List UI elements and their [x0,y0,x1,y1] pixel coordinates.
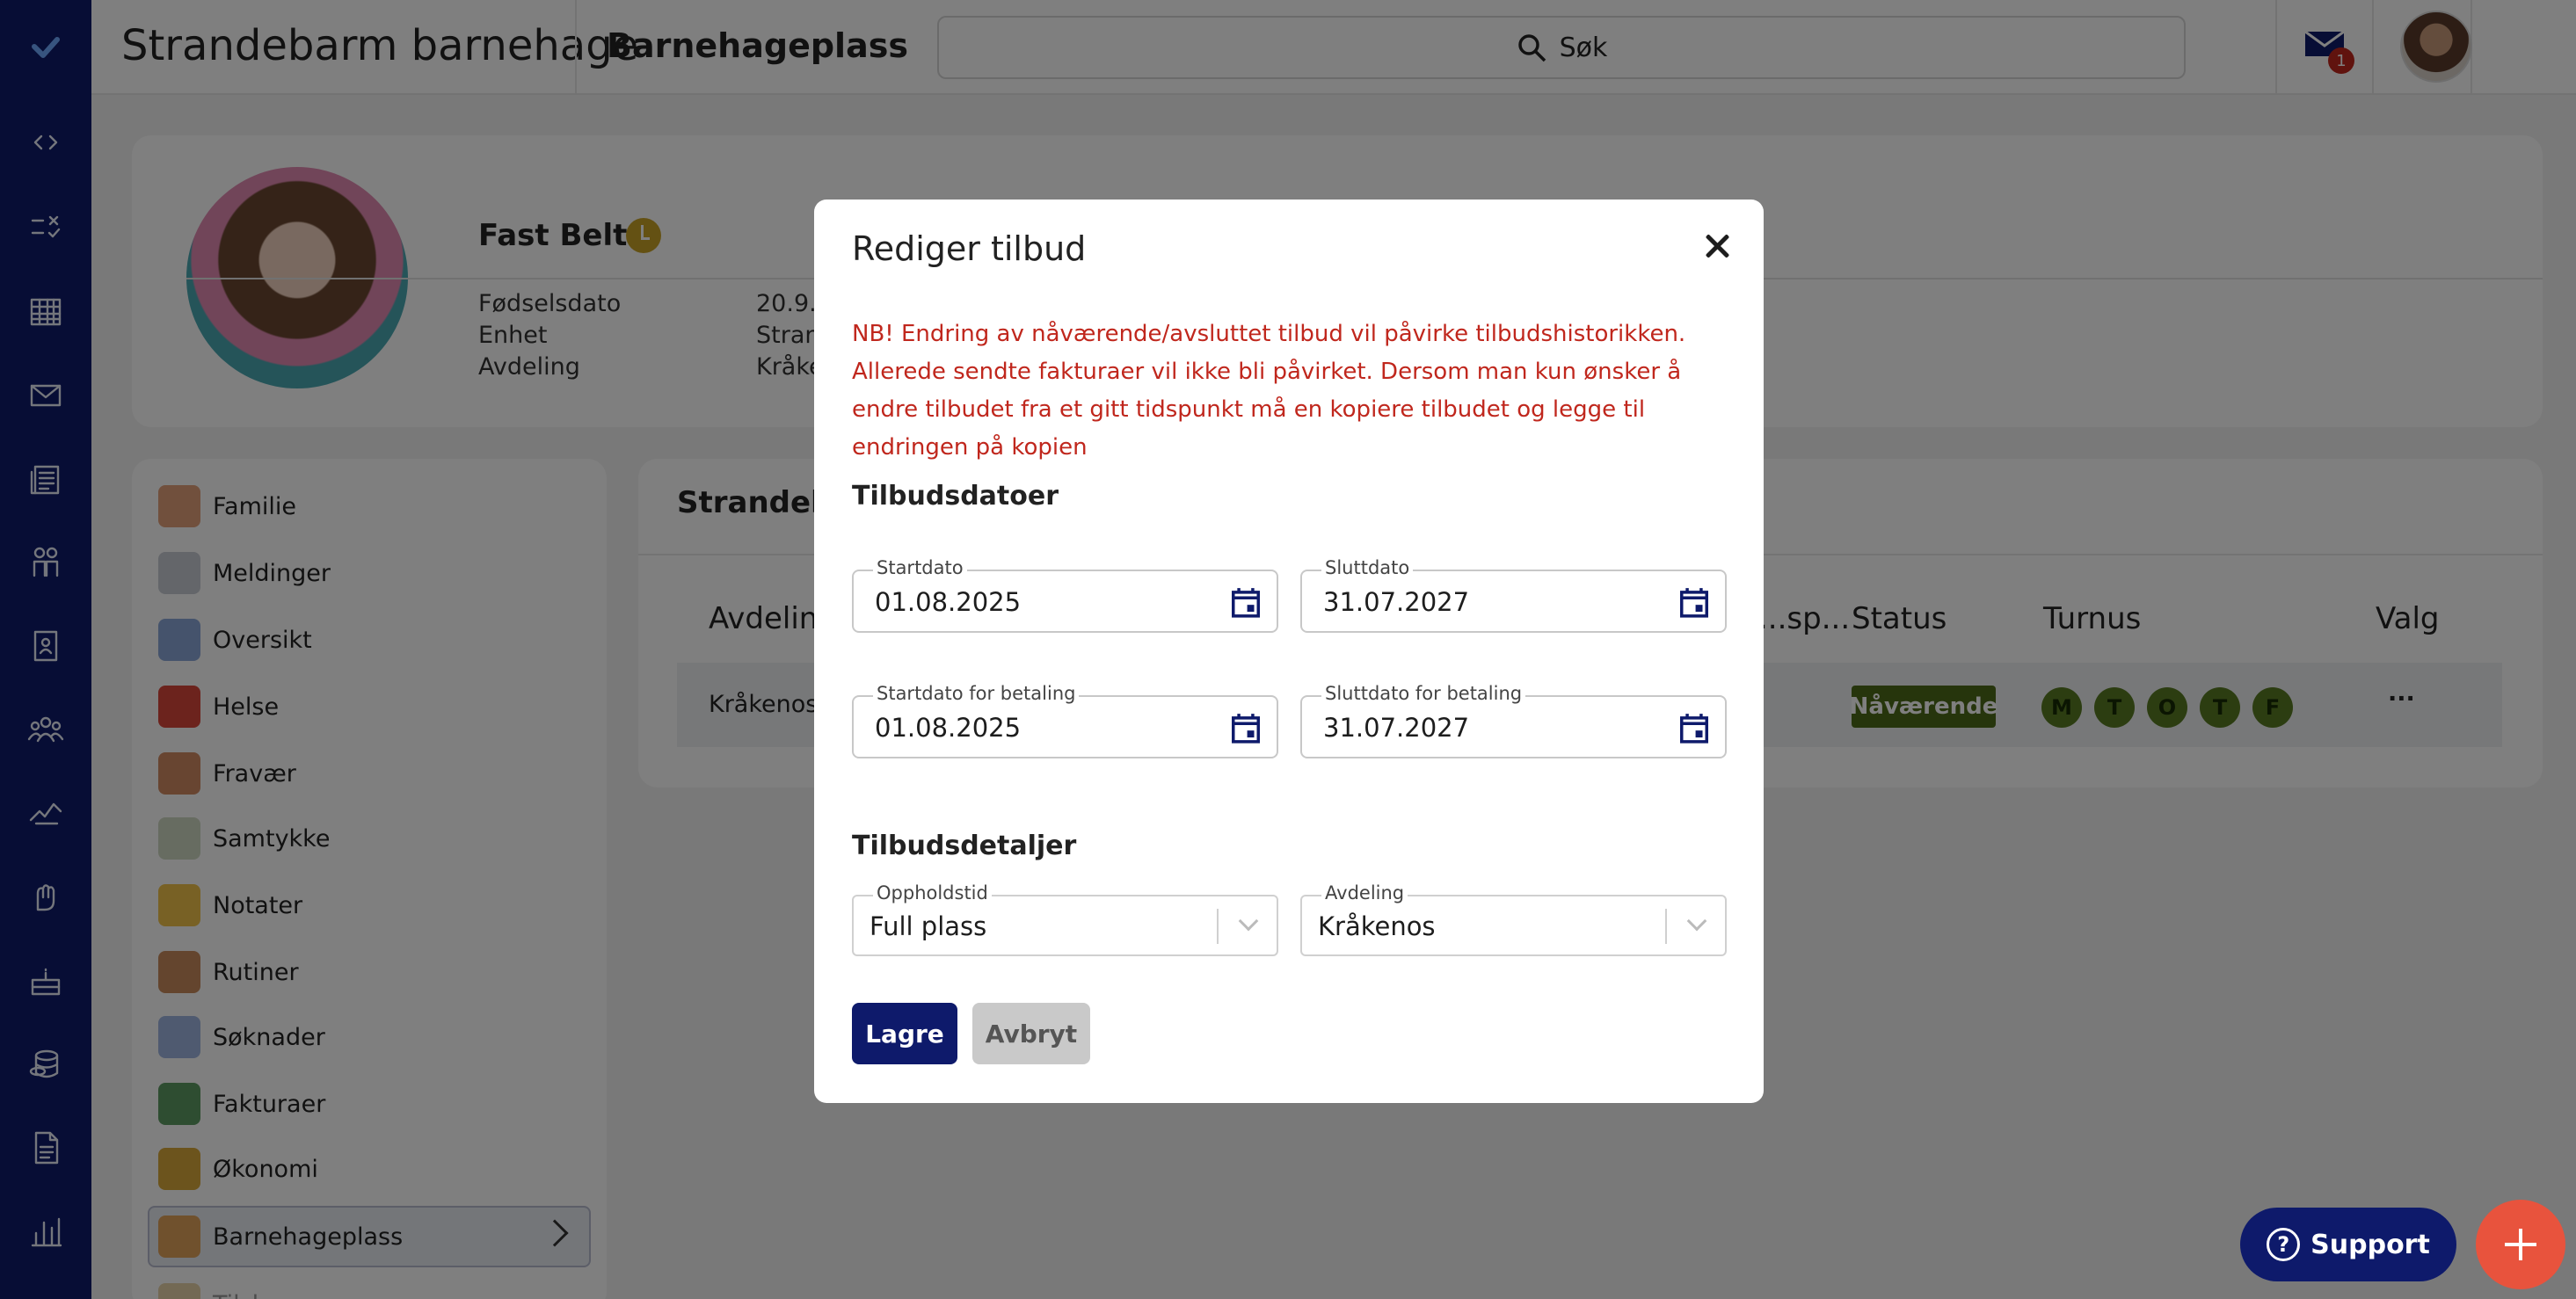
payment-end-date-field[interactable]: Sluttdato for betaling 31.07.2027 [1300,683,1727,758]
separator [1217,909,1219,944]
dates-section-title: Tilbudsdatoer [852,481,1059,512]
dialog-title: Rediger tilbud [852,229,1087,268]
field-label: Avdeling [1321,882,1408,903]
support-button[interactable]: ? Support [2240,1208,2456,1281]
cancel-button[interactable]: Avbryt [972,1003,1090,1064]
field-value: 01.08.2025 [875,587,1022,617]
calendar-icon[interactable] [1229,585,1263,619]
field-value: 31.07.2027 [1323,713,1470,743]
chevron-down-icon [1238,911,1259,932]
start-date-field[interactable]: Startdato 01.08.2025 [852,557,1278,633]
department-select[interactable]: Avdeling Kråkenos [1300,882,1727,956]
calendar-icon[interactable] [1677,585,1711,619]
field-value: Kråkenos [1318,911,1436,941]
field-label: Startdato [873,557,967,578]
edit-offer-dialog: Rediger tilbud NB! Endring av nåværende/… [814,200,1764,1103]
payment-start-date-field[interactable]: Startdato for betaling 01.08.2025 [852,683,1278,758]
help-icon: ? [2267,1228,2301,1261]
field-label: Sluttdato for betaling [1321,683,1526,704]
save-button[interactable]: Lagre [852,1003,957,1064]
details-section-title: Tilbudsdetaljer [852,831,1077,861]
calendar-icon[interactable] [1677,711,1711,744]
field-value: 31.07.2027 [1323,587,1470,617]
chevron-down-icon [1686,911,1707,932]
calendar-icon[interactable] [1229,711,1263,744]
field-label: Startdato for betaling [873,683,1080,704]
end-date-field[interactable]: Sluttdato 31.07.2027 [1300,557,1727,633]
field-value: Full plass [870,911,987,941]
field-label: Sluttdato [1321,557,1414,578]
field-value: 01.08.2025 [875,713,1022,743]
add-button[interactable] [2476,1200,2565,1289]
warning-text: NB! Endring av nåværende/avsluttet tilbu… [852,321,1686,461]
stay-time-select[interactable]: Oppholdstid Full plass [852,882,1278,956]
field-label: Oppholdstid [873,882,992,903]
support-label: Support [2310,1229,2430,1260]
close-icon[interactable] [1697,226,1737,266]
separator [1665,909,1667,944]
